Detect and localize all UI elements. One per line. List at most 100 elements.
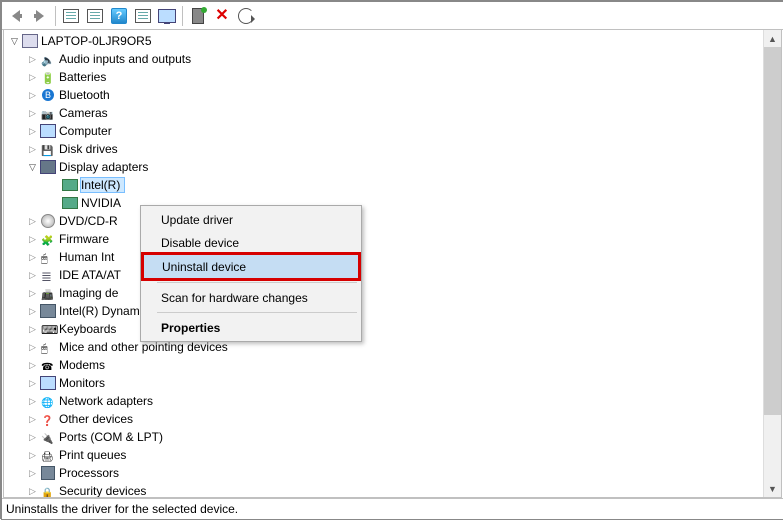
- cpu-icon: [40, 465, 56, 481]
- tree-item-display-adapters[interactable]: Display adapters: [4, 158, 763, 176]
- scroll-track[interactable]: [764, 47, 781, 480]
- expand-toggle[interactable]: [8, 35, 21, 48]
- tree-item-mice[interactable]: Mice and other pointing devices: [4, 338, 763, 356]
- expand-toggle[interactable]: [26, 71, 39, 84]
- tree-item-ide-ata[interactable]: IDE ATA/AT: [4, 266, 763, 284]
- firmware-icon: [40, 231, 56, 247]
- expand-toggle[interactable]: [26, 215, 39, 228]
- expand-toggle[interactable]: [26, 287, 39, 300]
- expand-toggle: [48, 179, 61, 192]
- tree-item-label: Audio inputs and outputs: [59, 52, 195, 66]
- tree-item-nvidia-gpu[interactable]: NVIDIA: [4, 194, 763, 212]
- ctx-separator: [157, 282, 357, 283]
- expand-toggle[interactable]: [26, 269, 39, 282]
- tree-item-computer[interactable]: Computer: [4, 122, 763, 140]
- list-icon: [63, 9, 79, 23]
- tree-item-label: Human Int: [59, 250, 118, 264]
- vertical-scrollbar[interactable]: ▲ ▼: [763, 30, 781, 497]
- expand-toggle[interactable]: [26, 161, 39, 174]
- tree-item-processors[interactable]: Processors: [4, 464, 763, 482]
- help-button[interactable]: ?: [107, 5, 131, 27]
- update-driver-button[interactable]: [155, 5, 179, 27]
- expand-toggle[interactable]: [26, 125, 39, 138]
- ctx-item-label: Properties: [161, 321, 220, 335]
- mouse-icon: [40, 339, 56, 355]
- expand-toggle[interactable]: [26, 377, 39, 390]
- ctx-update-driver[interactable]: Update driver: [143, 208, 359, 231]
- tree-item-hid[interactable]: Human Int: [4, 248, 763, 266]
- tree-item-network[interactable]: Network adapters: [4, 392, 763, 410]
- expand-toggle[interactable]: [26, 431, 39, 444]
- hid-icon: [40, 249, 56, 265]
- ctx-item-label: Update driver: [161, 213, 233, 227]
- tree-item-print-queues[interactable]: Print queues: [4, 446, 763, 464]
- expand-toggle[interactable]: [26, 449, 39, 462]
- tree-item-other[interactable]: Other devices: [4, 410, 763, 428]
- computer-icon: [22, 33, 38, 49]
- tree-item-imaging[interactable]: Imaging de: [4, 284, 763, 302]
- tree-item-batteries[interactable]: Batteries: [4, 68, 763, 86]
- tree-item-label: Monitors: [59, 376, 109, 390]
- network-icon: [40, 393, 56, 409]
- scroll-up-button[interactable]: ▲: [764, 30, 781, 47]
- expand-toggle[interactable]: [26, 467, 39, 480]
- view-button-1[interactable]: [59, 5, 83, 27]
- list-icon: [135, 9, 151, 23]
- ctx-item-label: Scan for hardware changes: [161, 291, 308, 305]
- expand-toggle[interactable]: [26, 251, 39, 264]
- ctx-separator: [157, 312, 357, 313]
- port-icon: [40, 429, 56, 445]
- ctx-disable-device[interactable]: Disable device: [143, 231, 359, 254]
- expand-toggle[interactable]: [26, 485, 39, 498]
- tree-item-ports[interactable]: Ports (COM & LPT): [4, 428, 763, 446]
- expand-toggle[interactable]: [26, 107, 39, 120]
- forward-button[interactable]: [28, 5, 52, 27]
- tree-item-intel-gpu[interactable]: Intel(R): [4, 176, 763, 194]
- tree-item-firmware[interactable]: Firmware: [4, 230, 763, 248]
- expand-toggle[interactable]: [26, 341, 39, 354]
- tree-item-label: Cameras: [59, 106, 112, 120]
- list-icon: [87, 9, 103, 23]
- tree-item-bluetooth[interactable]: Bluetooth: [4, 86, 763, 104]
- expand-toggle: [48, 197, 61, 210]
- expand-toggle[interactable]: [26, 413, 39, 426]
- expand-toggle[interactable]: [26, 53, 39, 66]
- tree-item-label: Disk drives: [59, 142, 122, 156]
- scroll-down-button[interactable]: ▼: [764, 480, 781, 497]
- expand-toggle[interactable]: [26, 359, 39, 372]
- expand-toggle[interactable]: [26, 323, 39, 336]
- back-button[interactable]: [4, 5, 28, 27]
- view-button-2[interactable]: [83, 5, 107, 27]
- scan-button[interactable]: [131, 5, 155, 27]
- tree-item-modems[interactable]: Modems: [4, 356, 763, 374]
- ctx-properties[interactable]: Properties: [143, 316, 359, 339]
- context-menu: Update driver Disable device Uninstall d…: [140, 205, 362, 342]
- ctx-scan-hardware[interactable]: Scan for hardware changes: [143, 286, 359, 309]
- rescan-button[interactable]: [234, 5, 258, 27]
- expand-toggle[interactable]: [26, 395, 39, 408]
- expand-toggle[interactable]: [26, 89, 39, 102]
- scroll-thumb[interactable]: [764, 47, 781, 415]
- enable-button[interactable]: [186, 5, 210, 27]
- printer-icon: [40, 447, 56, 463]
- expand-toggle[interactable]: [26, 233, 39, 246]
- ctx-uninstall-device[interactable]: Uninstall device: [141, 252, 361, 281]
- tree-item-monitors[interactable]: Monitors: [4, 374, 763, 392]
- tree-root[interactable]: LAPTOP-0LJR9OR5: [4, 32, 763, 50]
- tree-item-audio[interactable]: Audio inputs and outputs: [4, 50, 763, 68]
- tree-item-cameras[interactable]: Cameras: [4, 104, 763, 122]
- tree-item-dvd[interactable]: DVD/CD-R: [4, 212, 763, 230]
- expand-toggle[interactable]: [26, 305, 39, 318]
- tree-item-security[interactable]: Security devices: [4, 482, 763, 497]
- main-panel: LAPTOP-0LJR9OR5 Audio inputs and outputs…: [3, 30, 782, 498]
- tree-root-label: LAPTOP-0LJR9OR5: [41, 34, 156, 48]
- tree-item-disk-drives[interactable]: Disk drives: [4, 140, 763, 158]
- expand-toggle[interactable]: [26, 143, 39, 156]
- uninstall-button[interactable]: ✕: [210, 5, 234, 27]
- gpu-icon: [62, 177, 78, 193]
- tree-item-label: Modems: [59, 358, 109, 372]
- tree-item-label: Bluetooth: [59, 88, 114, 102]
- tree-item-dptf[interactable]: Intel(R) Dynamic Platform and Thermal Fr…: [4, 302, 763, 320]
- tree-item-keyboards[interactable]: Keyboards: [4, 320, 763, 338]
- monitor-icon: [40, 123, 56, 139]
